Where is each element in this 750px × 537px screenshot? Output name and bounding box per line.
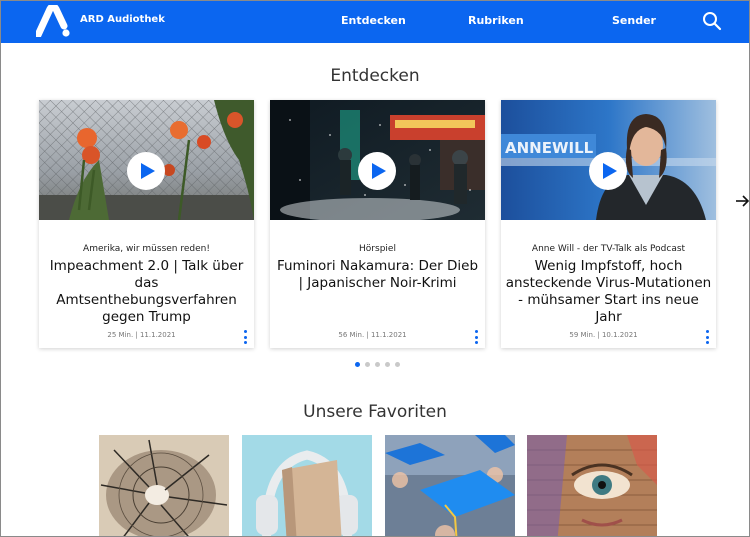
favorite-tile[interactable] (242, 435, 372, 537)
carousel-next-arrow-icon[interactable] (735, 193, 750, 209)
section-title-favoriten: Unsere Favoriten (303, 402, 447, 422)
episode-meta: 59 Min. | 10.1.2021 (569, 331, 638, 339)
search-icon[interactable] (702, 11, 722, 31)
episode-card[interactable]: Amerika, wir müssen reden! Impeachment 2… (39, 100, 254, 348)
more-options-icon[interactable] (241, 330, 249, 344)
episode-title[interactable]: Fuminori Nakamura: Der Dieb | Japanische… (274, 258, 481, 292)
favorite-tile[interactable] (99, 435, 229, 537)
pagination-dot-2[interactable] (365, 362, 370, 367)
episode-image: ANNEWILL (501, 100, 716, 220)
ard-audiothek-logo-icon[interactable] (34, 3, 72, 39)
episode-title[interactable]: Wenig Impfstoff, hoch ansteckende Virus-… (505, 258, 712, 326)
episode-meta: 25 Min. | 11.1.2021 (107, 331, 176, 339)
play-icon (140, 163, 155, 179)
svg-text:ANNEWILL: ANNEWILL (505, 139, 594, 157)
episode-title[interactable]: Impeachment 2.0 | Talk über das Amtsenth… (43, 258, 250, 326)
nav-entdecken[interactable]: Entdecken (341, 14, 406, 27)
episode-image (39, 100, 254, 220)
play-icon (602, 163, 617, 179)
nav-rubriken[interactable]: Rubriken (468, 14, 524, 27)
nav-sender[interactable]: Sender (612, 14, 656, 27)
more-options-icon[interactable] (703, 330, 711, 344)
favorite-tile[interactable] (527, 435, 657, 537)
carousel-pagination (355, 362, 400, 367)
episode-card[interactable]: ANNEWILL Anne Will - der TV-Talk als Pod… (501, 100, 716, 348)
pagination-dot-1[interactable] (355, 362, 360, 367)
favorite-tile[interactable] (385, 435, 515, 537)
more-options-icon[interactable] (472, 330, 480, 344)
episode-image (270, 100, 485, 220)
pagination-dot-5[interactable] (395, 362, 400, 367)
pagination-dot-3[interactable] (375, 362, 380, 367)
play-button[interactable] (589, 152, 627, 190)
section-title-entdecken: Entdecken (330, 66, 420, 86)
episode-show-name[interactable]: Hörspiel (270, 244, 485, 254)
pagination-dot-4[interactable] (385, 362, 390, 367)
play-button[interactable] (127, 152, 165, 190)
episode-card[interactable]: Hörspiel Fuminori Nakamura: Der Dieb | J… (270, 100, 485, 348)
logo-text[interactable]: ARD Audiothek (80, 14, 165, 25)
play-icon (371, 163, 386, 179)
top-navigation-bar: ARD Audiothek Entdecken Rubriken Sender (0, 0, 750, 43)
play-button[interactable] (358, 152, 396, 190)
episode-meta: 56 Min. | 11.1.2021 (338, 331, 407, 339)
episode-show-name[interactable]: Amerika, wir müssen reden! (39, 244, 254, 254)
episode-show-name[interactable]: Anne Will - der TV-Talk als Podcast (501, 244, 716, 254)
